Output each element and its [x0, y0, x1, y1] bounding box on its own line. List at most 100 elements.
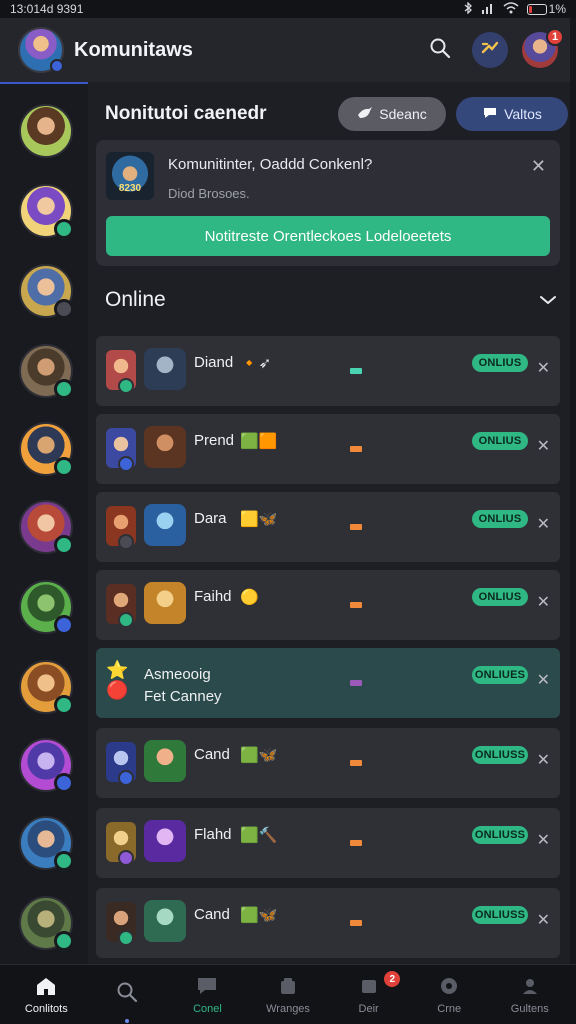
nav-wranges[interactable]: Wranges [248, 965, 329, 1024]
rail-server-4[interactable] [19, 344, 74, 399]
row-emoji: 🔸➶ [240, 355, 272, 372]
search-pill-button[interactable]: Sdeanc [338, 97, 446, 131]
status-badge: ONLIUS [472, 432, 528, 450]
row-name: Cand [194, 906, 230, 923]
row-event-icons: ⭐ 🔴 [106, 660, 129, 700]
online-row[interactable]: Cand 🟩🦋 ONLIUSS ✕ [96, 888, 560, 958]
close-icon[interactable]: ✕ [537, 670, 550, 690]
section-title: Nonitutoi caenedr [105, 103, 267, 124]
box-icon [278, 976, 298, 999]
close-icon[interactable]: ✕ [537, 358, 550, 378]
status-icons: 1% [463, 0, 566, 17]
status-badge: ONLIUS [472, 510, 528, 528]
row-emoji: 🟨🦋 [240, 511, 278, 528]
close-icon[interactable]: ✕ [537, 830, 550, 850]
row-emoji: 🟩🔨 [240, 827, 278, 844]
community-avatar[interactable] [18, 27, 64, 73]
chat-bubble-icon [196, 976, 218, 999]
online-row[interactable]: Prend 🟩🟧 ONLIUS ✕ [96, 414, 560, 484]
rail-badge-5 [54, 457, 74, 477]
online-row-highlighted[interactable]: ⭐ 🔴 Asmeooig Fet Canney ONLIUES ✕ [96, 648, 560, 718]
wifi-icon [503, 1, 519, 17]
row-avatar-small [106, 350, 136, 394]
values-pill-label: Valtos [504, 106, 542, 122]
rail-server-8[interactable] [19, 660, 74, 715]
rail-server-6[interactable] [19, 500, 74, 555]
status-badge: ONLIUSS [472, 826, 528, 844]
status-badge: ONLIUSS [472, 746, 528, 764]
nav-label: Deir [358, 1002, 379, 1015]
online-row[interactable]: Dara 🟨🦋 ONLIUS ✕ [96, 492, 560, 562]
nav-search[interactable] [87, 965, 168, 1024]
notice-card: 8230 Komunitinter, Oaddd Conkenl? Diod B… [96, 140, 560, 266]
nav-crne[interactable]: Crne [409, 965, 490, 1024]
nav-label: Wranges [266, 1002, 310, 1015]
row-subname: Fet Canney [144, 688, 222, 705]
row-avatar-small [106, 506, 136, 550]
online-row[interactable]: Faihd 🟡 ONLIUS ✕ [96, 570, 560, 640]
rail-server-3[interactable] [19, 264, 74, 319]
nav-badge: 2 [384, 971, 401, 987]
search-pill-label: Sdeanc [379, 106, 427, 122]
rail-badge-11 [54, 931, 74, 951]
row-avatar-large [144, 740, 186, 782]
row-name: Diand [194, 354, 234, 371]
battery-icon: 1% [526, 2, 566, 16]
battery-text: 1% [548, 2, 566, 16]
rail-badge-8 [54, 695, 74, 715]
values-pill-button[interactable]: Valtos [456, 97, 568, 131]
scrollbar-track[interactable] [570, 18, 576, 964]
online-header[interactable]: Online [96, 282, 560, 318]
row-avatar-status [118, 770, 134, 786]
nav-chat[interactable]: Conel [167, 965, 248, 1024]
close-icon[interactable]: ✕ [537, 910, 550, 930]
close-icon[interactable]: ✕ [537, 436, 550, 456]
section-header: Nonitutoi caenedr Sdeanc Valtos [96, 94, 568, 134]
controller-icon [438, 976, 460, 999]
online-row[interactable]: Cand 🟩🦋 ONLIUSS ✕ [96, 728, 560, 798]
nav-home[interactable]: Conlitots [6, 965, 87, 1024]
row-avatar-large [144, 900, 186, 942]
row-indicator [350, 368, 362, 374]
battery-body [526, 3, 547, 15]
chevron-down-icon[interactable] [536, 288, 560, 312]
rail-server-1[interactable] [19, 104, 73, 158]
rail-badge-6 [54, 535, 74, 555]
rail-server-10[interactable] [19, 816, 74, 871]
rail-server-2[interactable] [19, 184, 74, 239]
online-title: Online [105, 288, 166, 311]
nav-active-dot [124, 1019, 129, 1023]
home-icon [35, 976, 57, 999]
profile-button[interactable]: 1 [522, 28, 564, 68]
row-avatar-large [144, 820, 186, 862]
rail-badge-4 [54, 379, 74, 399]
notice-subtitle: Diod Brosoes. [168, 186, 250, 201]
row-avatar-large [144, 426, 186, 468]
close-icon[interactable]: ✕ [537, 750, 550, 770]
battery-fill [528, 5, 532, 13]
close-icon[interactable]: ✕ [531, 156, 546, 177]
row-indicator [350, 446, 362, 452]
row-avatar-large [144, 582, 186, 624]
notice-thumbnail: 8230 [106, 152, 154, 200]
close-icon[interactable]: ✕ [537, 514, 550, 534]
row-name: Faihd [194, 588, 232, 605]
notice-cta-button[interactable]: Notitreste Orentleckoes Lodeloeetets [106, 216, 550, 256]
rail-badge-10 [54, 851, 74, 871]
nav-deir[interactable]: 2 Deir [328, 965, 409, 1024]
rail-server-9[interactable] [19, 738, 74, 793]
status-badge: ONLIUSS [472, 906, 528, 924]
row-name: Prend [194, 432, 235, 449]
search-button[interactable] [422, 32, 458, 68]
boost-button[interactable] [472, 32, 508, 68]
online-row[interactable]: Diand 🔸➶ ONLIUS ✕ [96, 336, 560, 406]
bird-icon [357, 106, 373, 123]
online-row[interactable]: Flahd 🟩🔨 ONLIUSS ✕ [96, 808, 560, 878]
close-icon[interactable]: ✕ [537, 592, 550, 612]
rail-server-11[interactable] [19, 896, 74, 951]
nav-profile[interactable]: Gultens [489, 965, 570, 1024]
rail-server-5[interactable] [19, 422, 74, 477]
search-icon [116, 981, 138, 1006]
notice-thumb-text: 8230 [118, 183, 142, 194]
rail-server-7[interactable] [19, 580, 74, 635]
